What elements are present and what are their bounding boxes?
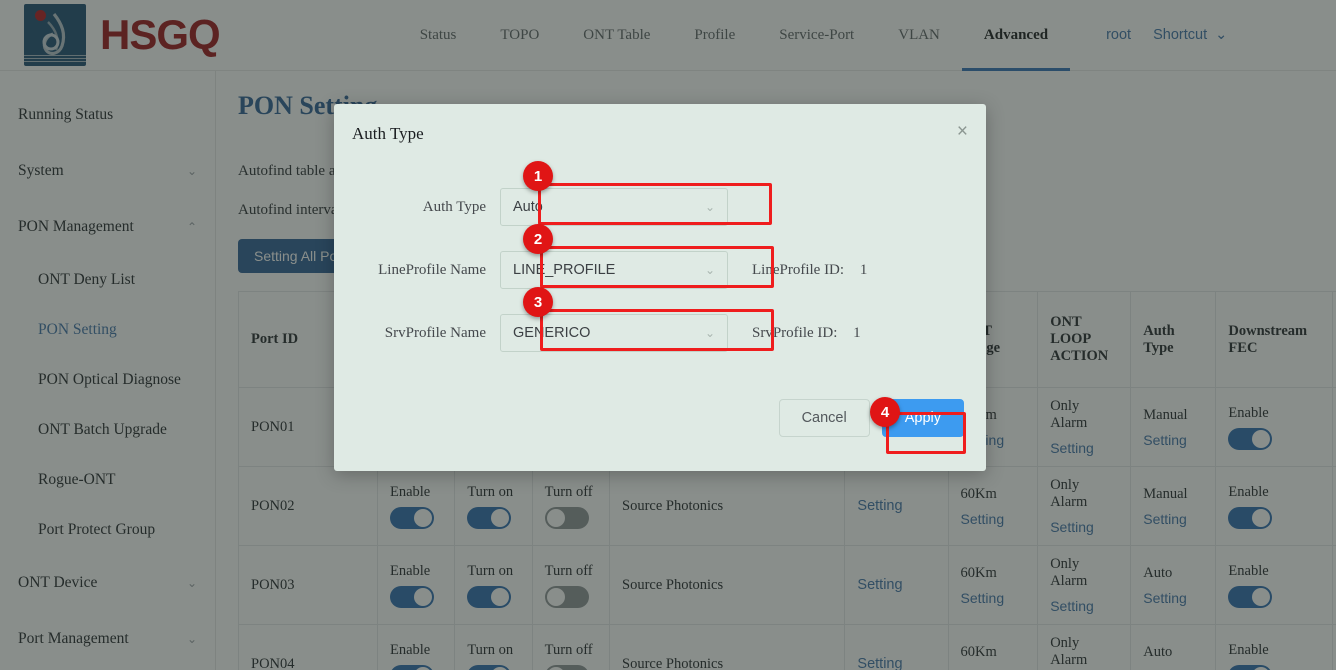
srvprofile-selected-value: GENERICO	[513, 325, 590, 341]
dialog-title: Auth Type	[352, 124, 424, 144]
close-icon[interactable]: ×	[957, 122, 968, 141]
lineprofile-name-select[interactable]: LINE_PROFILE ⌄	[500, 251, 728, 289]
chevron-down-icon: ⌄	[705, 326, 715, 340]
auth-type-label: Auth Type	[370, 199, 500, 216]
step-badge-4: 4	[870, 397, 900, 427]
srvprofile-name-label: SrvProfile Name	[370, 325, 500, 342]
lineprofile-id-value: 1	[860, 262, 868, 278]
lineprofile-id-label: LineProfile ID:	[752, 262, 844, 278]
app-root: HSGQ Status TOPO ONT Table Profile Servi…	[0, 0, 1336, 670]
lineprofile-id-group: LineProfile ID: 1	[752, 262, 867, 279]
step-badge-3: 3	[523, 287, 553, 317]
srvprofile-name-select[interactable]: GENERICO ⌄	[500, 314, 728, 352]
cancel-button[interactable]: Cancel	[779, 399, 870, 437]
srvprofile-id-group: SrvProfile ID: 1	[752, 325, 861, 342]
auth-type-selected-value: Auto	[513, 199, 543, 215]
srvprofile-id-label: SrvProfile ID:	[752, 325, 837, 341]
field-row-srvprofile-name: SrvProfile Name GENERICO ⌄ SrvProfile ID…	[370, 314, 861, 352]
chevron-down-icon: ⌄	[705, 200, 715, 214]
step-badge-1: 1	[523, 161, 553, 191]
lineprofile-selected-value: LINE_PROFILE	[513, 262, 615, 278]
chevron-down-icon: ⌄	[705, 263, 715, 277]
field-row-auth-type: Auth Type Auto ⌄	[370, 188, 728, 226]
lineprofile-name-label: LineProfile Name	[370, 262, 500, 279]
auth-type-select[interactable]: Auto ⌄	[500, 188, 728, 226]
srvprofile-id-value: 1	[853, 325, 861, 341]
field-row-lineprofile-name: LineProfile Name LINE_PROFILE ⌄ LineProf…	[370, 251, 867, 289]
step-badge-2: 2	[523, 224, 553, 254]
